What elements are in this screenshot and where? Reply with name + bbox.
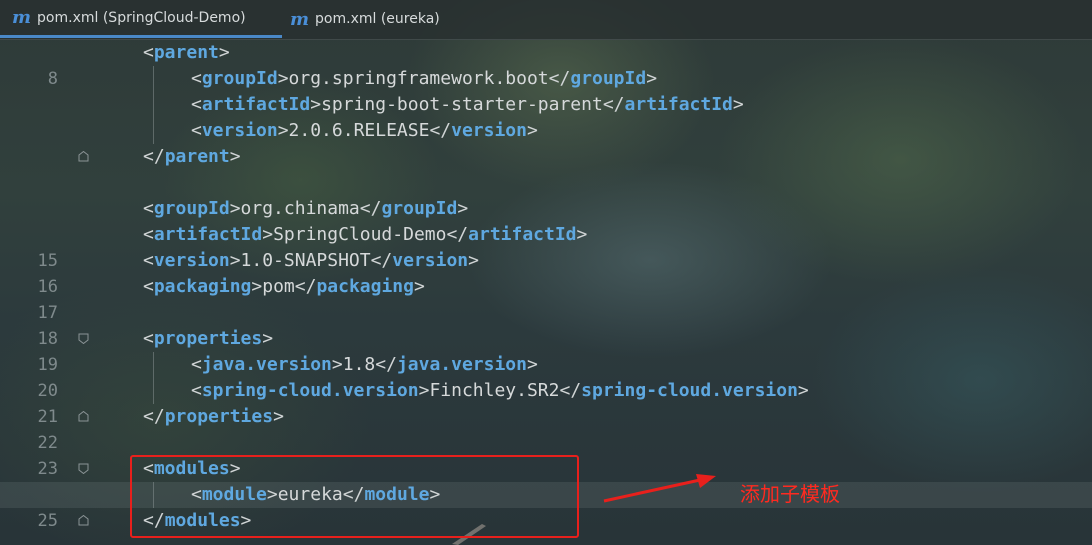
- xml-bracket: </: [559, 380, 582, 401]
- xml-bracket: >: [468, 250, 479, 271]
- annotation-text: 添加子模板: [740, 482, 840, 506]
- xml-tag-name: artifactId: [624, 94, 733, 115]
- maven-m-icon: m: [290, 8, 310, 30]
- code-line: </properties>: [143, 404, 284, 430]
- xml-bracket: >: [262, 224, 274, 245]
- code-line: <version>2.0.6.RELEASE</version>: [191, 118, 538, 144]
- xml-bracket: >: [732, 94, 744, 115]
- xml-bracket: >: [229, 198, 241, 219]
- xml-bracket: >: [310, 94, 322, 115]
- maven-m-icon: m: [12, 7, 32, 28]
- xml-text-value: 1.0-SNAPSHOT: [240, 250, 371, 271]
- xml-tag-name: java.version: [396, 354, 527, 375]
- code-line: <version>1.0-SNAPSHOT</version>: [143, 248, 479, 274]
- xml-bracket: </: [548, 68, 571, 89]
- xml-bracket: >: [418, 380, 430, 401]
- modules-highlight-box: [130, 455, 579, 538]
- xml-bracket: </: [375, 354, 397, 375]
- xml-tag-name: packaging: [316, 276, 414, 297]
- xml-tag-name: version: [201, 120, 278, 141]
- code-line: <groupId>org.chinama</groupId>: [143, 196, 468, 222]
- code-line: <groupId>org.springframework.boot</group…: [191, 66, 657, 92]
- xml-tag-name: groupId: [570, 68, 647, 89]
- xml-bracket: >: [413, 276, 425, 297]
- xml-text-value: org.chinama: [240, 198, 360, 219]
- xml-text-value: 1.8: [342, 354, 376, 375]
- xml-bracket: </: [602, 94, 625, 115]
- code-line: <java.version>1.8</java.version>: [191, 352, 538, 378]
- xml-bracket: >: [797, 380, 809, 401]
- xml-bracket: </: [143, 146, 165, 167]
- xml-bracket: >: [646, 68, 658, 89]
- xml-bracket: >: [218, 42, 230, 63]
- xml-bracket: >: [576, 224, 588, 245]
- xml-bracket: <: [143, 250, 154, 271]
- xml-bracket: <: [191, 68, 202, 89]
- code-line: </parent>: [143, 144, 241, 170]
- xml-text-value: Finchley.SR2: [429, 380, 560, 401]
- editor-tab-bar: m pom.xml (SpringCloud-Demo) m pom.xml (…: [0, 0, 1092, 40]
- xml-tag-name: groupId: [201, 68, 278, 89]
- xml-tag-name: parent: [153, 42, 219, 63]
- xml-bracket: <: [143, 42, 154, 63]
- xml-bracket: </: [446, 224, 469, 245]
- xml-tag-name: java.version: [201, 354, 332, 375]
- code-line: <parent>: [143, 40, 230, 66]
- xml-bracket: >: [277, 68, 289, 89]
- xml-bracket: >: [229, 250, 241, 271]
- xml-bracket: <: [143, 198, 154, 219]
- code-line: <artifactId>spring-boot-starter-parent</…: [191, 92, 744, 118]
- xml-bracket: <: [191, 380, 202, 401]
- xml-bracket: </: [294, 276, 317, 297]
- xml-tag-name: properties: [153, 328, 263, 349]
- xml-bracket: </: [429, 120, 452, 141]
- tab-pom-springcloud-demo[interactable]: m pom.xml (SpringCloud-Demo): [0, 0, 282, 38]
- xml-tag-name: version: [153, 250, 230, 271]
- xml-bracket: >: [251, 276, 263, 297]
- xml-bracket: >: [331, 354, 343, 375]
- xml-tag-name: groupId: [153, 198, 230, 219]
- xml-tag-name: artifactId: [201, 94, 311, 115]
- xml-text-value: org.springframework.boot: [288, 68, 549, 89]
- xml-tag-name: parent: [164, 146, 230, 167]
- code-line: <artifactId>SpringCloud-Demo</artifactId…: [143, 222, 587, 248]
- xml-text-value: 2.0.6.RELEASE: [288, 120, 430, 141]
- xml-bracket: <: [143, 224, 154, 245]
- xml-text-value: spring-boot-starter-parent: [321, 94, 603, 115]
- xml-bracket: >: [526, 354, 538, 375]
- xml-bracket: <: [143, 276, 154, 297]
- xml-bracket: >: [457, 198, 469, 219]
- xml-bracket: >: [229, 146, 241, 167]
- code-line: <spring-cloud.version>Finchley.SR2</spri…: [191, 378, 809, 404]
- xml-bracket: >: [526, 120, 538, 141]
- xml-bracket: >: [273, 406, 284, 427]
- xml-tag-name: groupId: [381, 198, 458, 219]
- xml-tag-name: version: [392, 250, 469, 271]
- xml-tag-name: artifactId: [468, 224, 577, 245]
- xml-bracket: <: [191, 120, 202, 141]
- xml-tag-name: packaging: [153, 276, 252, 297]
- xml-bracket: <: [143, 328, 154, 349]
- xml-tag-name: properties: [164, 406, 274, 427]
- xml-text-value: SpringCloud-Demo: [273, 224, 447, 245]
- xml-bracket: >: [277, 120, 289, 141]
- tab-label: pom.xml (SpringCloud-Demo): [37, 9, 246, 26]
- tab-pom-eureka[interactable]: m pom.xml (eureka): [278, 0, 458, 38]
- xml-bracket: <: [191, 354, 202, 375]
- xml-tag-name: spring-cloud.version: [581, 380, 798, 401]
- xml-tag-name: artifactId: [153, 224, 263, 245]
- xml-bracket: </: [370, 250, 393, 271]
- xml-tag-name: spring-cloud.version: [201, 380, 419, 401]
- code-line: <packaging>pom</packaging>: [143, 274, 425, 300]
- xml-text-value: pom: [262, 276, 295, 297]
- tab-label: pom.xml (eureka): [315, 11, 440, 27]
- xml-bracket: </: [359, 198, 382, 219]
- xml-tag-name: version: [451, 120, 527, 141]
- code-line: <properties>: [143, 326, 273, 352]
- xml-bracket: >: [262, 328, 274, 349]
- xml-bracket: <: [191, 94, 202, 115]
- annotation-arrow-icon: [603, 474, 716, 503]
- xml-bracket: </: [143, 406, 165, 427]
